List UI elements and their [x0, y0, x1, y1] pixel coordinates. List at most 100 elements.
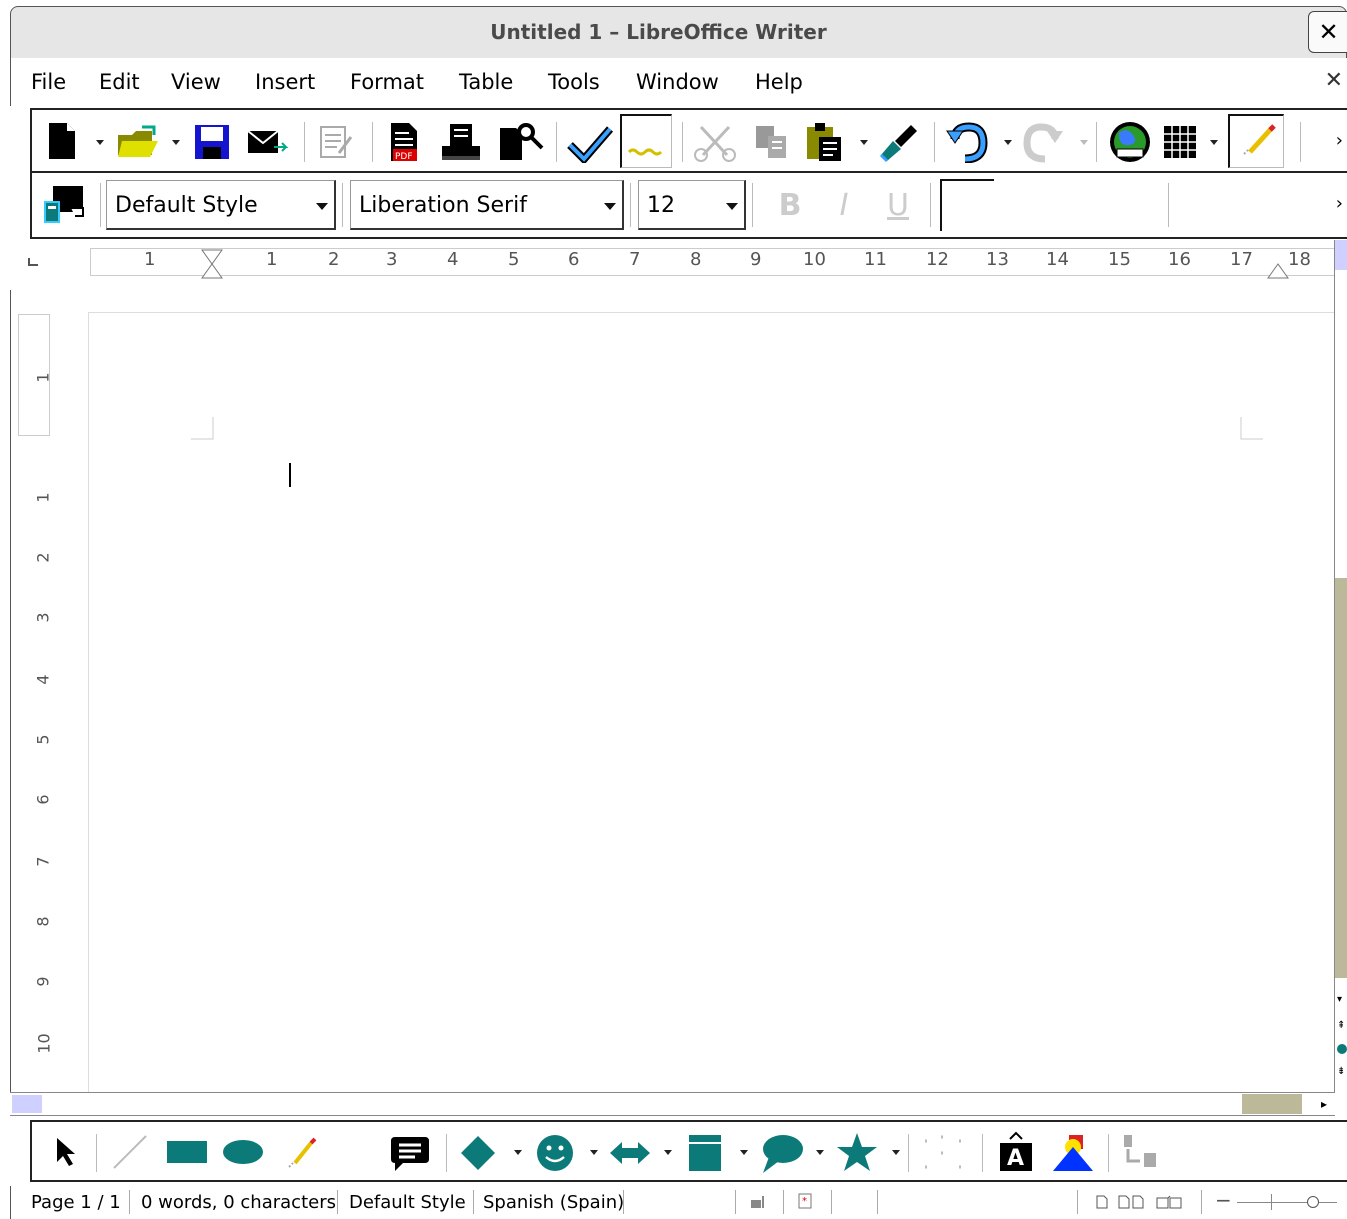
multi-page-view-icon[interactable] [1117, 1194, 1145, 1215]
rectangle-icon[interactable] [164, 1136, 210, 1168]
word-count[interactable]: 0 words, 0 characters [141, 1192, 336, 1213]
print-preview-icon[interactable] [496, 120, 544, 162]
save-icon[interactable] [192, 122, 232, 162]
navigation-button[interactable] [1337, 1044, 1347, 1054]
scroll-up-button[interactable] [1335, 240, 1347, 270]
standard-toolbar-more[interactable]: › [1336, 130, 1343, 151]
new-document-icon[interactable] [46, 120, 78, 162]
redo-icon[interactable] [1020, 120, 1066, 164]
vertical-scroll-thumb[interactable] [1335, 578, 1347, 978]
page-style[interactable]: Default Style [349, 1192, 466, 1213]
left-indent-marker[interactable] [200, 248, 224, 280]
new-dropdown-arrow[interactable] [96, 140, 104, 145]
window-close-button[interactable]: ✕ [1308, 11, 1347, 53]
points-icon[interactable] [920, 1132, 966, 1174]
undo-dropdown-arrow[interactable] [1004, 140, 1012, 145]
callouts-dropdown[interactable] [816, 1150, 824, 1155]
paste-icon[interactable] [802, 120, 848, 164]
copy-icon[interactable] [750, 122, 794, 162]
open-dropdown-arrow[interactable] [172, 140, 180, 145]
vertical-ruler[interactable]: 1 1 2 3 4 5 6 7 8 9 10 [14, 290, 54, 1090]
zoom-slider-track[interactable] [1237, 1202, 1337, 1203]
next-page-button[interactable]: ⇟ [1337, 1066, 1345, 1077]
scroll-down-button[interactable]: ▾ [1337, 994, 1342, 1005]
select-arrow-icon[interactable] [50, 1134, 80, 1170]
menu-format[interactable]: Format [350, 70, 424, 94]
autospell-icon[interactable] [620, 114, 672, 168]
fontwork-icon[interactable]: A [994, 1130, 1038, 1176]
page-count[interactable]: Page 1 / 1 [31, 1192, 121, 1213]
basic-shapes-dropdown[interactable] [514, 1150, 522, 1155]
bold-icon[interactable]: B [770, 185, 810, 225]
menu-tools[interactable]: Tools [548, 70, 600, 94]
navigator-icon[interactable] [1106, 118, 1154, 166]
flowchart-icon[interactable] [684, 1132, 726, 1174]
clone-formatting-icon[interactable] [876, 120, 922, 164]
paste-dropdown-arrow[interactable] [860, 140, 868, 145]
chevron-down-icon[interactable] [726, 203, 738, 210]
table-dropdown-arrow[interactable] [1210, 140, 1218, 145]
redo-dropdown-arrow[interactable] [1080, 140, 1088, 145]
previous-page-button[interactable]: ⇞ [1337, 1020, 1345, 1031]
freeform-line-icon[interactable] [280, 1132, 322, 1174]
flowchart-dropdown[interactable] [740, 1150, 748, 1155]
insert-image-icon[interactable] [1050, 1130, 1096, 1176]
font-size-combo[interactable]: 12 [638, 180, 746, 230]
tab-type-icon[interactable] [28, 258, 38, 266]
document-modified-icon[interactable]: * [797, 1192, 813, 1215]
zoom-out-button[interactable]: − [1215, 1188, 1232, 1212]
spellcheck-icon[interactable] [566, 124, 614, 164]
block-arrows-dropdown[interactable] [664, 1150, 672, 1155]
paragraph-style-combo[interactable]: Default Style [106, 180, 336, 230]
toggle-extrusion-icon[interactable] [1118, 1132, 1162, 1174]
menu-insert[interactable]: Insert [255, 70, 315, 94]
styles-icon[interactable] [40, 181, 92, 227]
document-page[interactable] [88, 312, 1338, 1102]
email-icon[interactable] [246, 124, 290, 160]
underline-icon[interactable]: U [878, 185, 918, 225]
block-arrows-icon[interactable] [608, 1132, 652, 1174]
horizontal-scroll-thumb[interactable] [1242, 1094, 1302, 1114]
right-indent-marker[interactable] [1266, 248, 1290, 280]
text-box-icon[interactable] [388, 1132, 432, 1174]
menu-help[interactable]: Help [755, 70, 803, 94]
scroll-right-button[interactable]: ▸ [1321, 1097, 1327, 1111]
document-area[interactable] [10, 290, 1338, 1102]
language[interactable]: Spanish (Spain) [483, 1192, 624, 1213]
document-close-button[interactable]: ✕ [1325, 68, 1343, 93]
menu-window[interactable]: Window [636, 70, 719, 94]
stars-icon[interactable] [834, 1130, 880, 1176]
horizontal-ruler[interactable]: 1 1 2 3 4 5 6 7 8 9 10 11 12 13 14 15 16… [10, 240, 1347, 288]
font-name-combo[interactable]: Liberation Serif [350, 180, 624, 230]
insert-mode-icon[interactable] [749, 1194, 769, 1210]
line-icon[interactable] [108, 1132, 152, 1172]
export-pdf-icon[interactable]: PDF [384, 120, 424, 164]
undo-icon[interactable] [944, 120, 990, 164]
formatting-toolbar-more[interactable]: › [1336, 193, 1343, 214]
chevron-down-icon[interactable] [316, 203, 328, 210]
menu-file[interactable]: File [31, 70, 66, 94]
single-page-view-icon[interactable] [1095, 1194, 1109, 1215]
callouts-icon[interactable] [758, 1130, 804, 1176]
font-color-field[interactable] [940, 179, 994, 231]
stars-dropdown[interactable] [892, 1150, 900, 1155]
zoom-slider-handle[interactable] [1307, 1196, 1319, 1208]
italic-icon[interactable]: I [824, 185, 864, 225]
basic-shapes-icon[interactable] [458, 1132, 498, 1174]
table-icon[interactable] [1160, 122, 1200, 162]
vertical-scrollbar[interactable]: ▾ ⇞ ⇟ [1334, 240, 1347, 1092]
horizontal-scrollbar[interactable]: ▸ [10, 1092, 1335, 1116]
cut-icon[interactable] [692, 122, 738, 164]
menu-table[interactable]: Table [459, 70, 513, 94]
edit-mode-icon[interactable] [316, 122, 356, 162]
menu-edit[interactable]: Edit [99, 70, 140, 94]
ellipse-icon[interactable] [220, 1136, 266, 1168]
symbol-shapes-dropdown[interactable] [590, 1150, 598, 1155]
menu-view[interactable]: View [171, 70, 221, 94]
scroll-left-button[interactable] [12, 1095, 42, 1113]
symbol-shapes-icon[interactable] [534, 1132, 576, 1174]
open-folder-icon[interactable] [116, 122, 160, 160]
print-icon[interactable] [440, 122, 484, 162]
book-view-icon[interactable] [1155, 1194, 1183, 1215]
show-draw-functions-icon[interactable] [1228, 114, 1284, 168]
